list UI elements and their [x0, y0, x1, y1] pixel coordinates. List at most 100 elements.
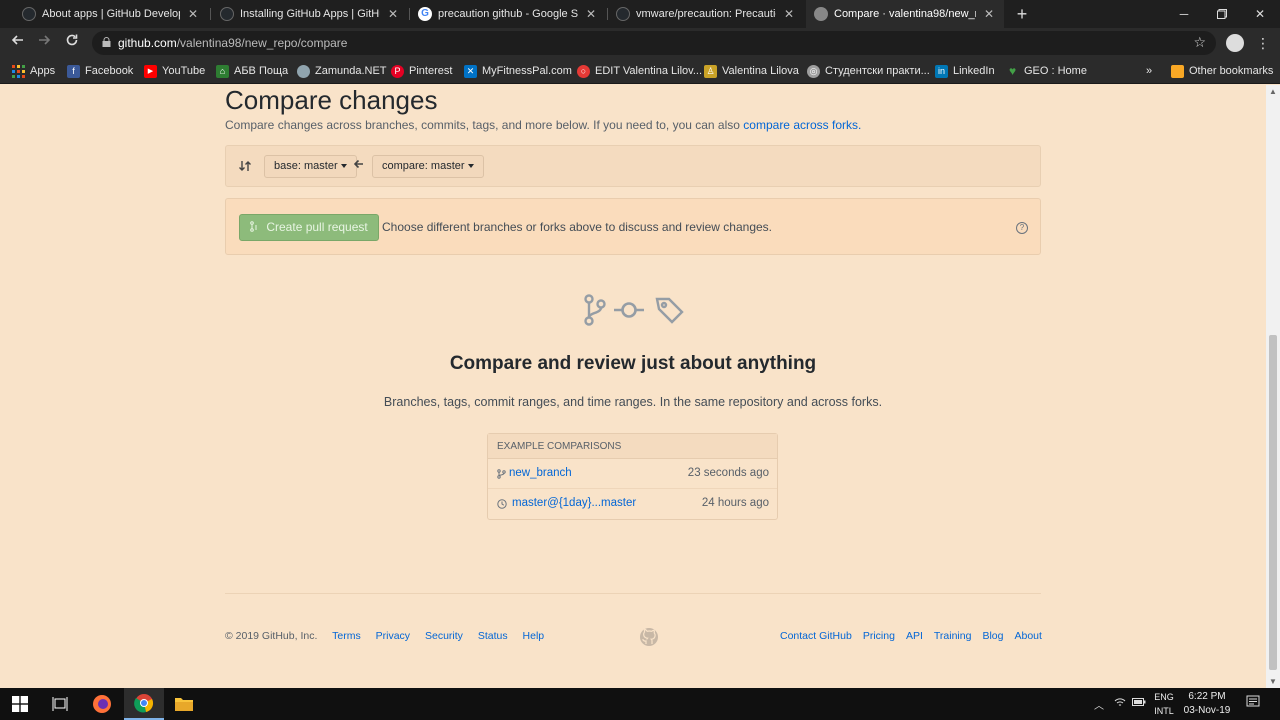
bookmark-zamunda[interactable]: Zamunda.NET: [297, 63, 387, 79]
footer-right: Contact GitHub Pricing API Training Blog…: [780, 630, 1042, 642]
address-bar[interactable]: github.com/valentina98/new_repo/compare …: [92, 31, 1216, 55]
back-button[interactable]: [8, 33, 28, 53]
page-scrollbar[interactable]: ▲ ▼: [1266, 85, 1280, 688]
scroll-down-icon[interactable]: ▼: [1269, 677, 1277, 686]
tab-title: precaution github - Google Searc: [438, 8, 578, 20]
arrow-left-icon: [354, 159, 363, 169]
new-tab-button[interactable]: +: [1013, 4, 1031, 24]
bookmark-pinterest[interactable]: P Pinterest: [391, 63, 452, 79]
tab-strip: About apps | GitHub Developer G ✕ Instal…: [0, 0, 1280, 28]
bookmark-myfitnesspal[interactable]: ✕ MyFitnessPal.com: [464, 63, 572, 79]
base-branch-select[interactable]: base: master: [264, 155, 357, 178]
tab-close-icon[interactable]: ✕: [782, 7, 796, 21]
start-button[interactable]: [0, 688, 40, 720]
close-window-button[interactable]: ✕: [1240, 0, 1280, 28]
file-explorer-taskbar-button[interactable]: [164, 688, 204, 720]
battery-icon[interactable]: [1132, 697, 1146, 710]
footer-link-security[interactable]: Security: [425, 630, 463, 642]
pull-request-message: Choose different branches or forks above…: [382, 220, 772, 234]
bookmark-apps[interactable]: Apps: [12, 63, 55, 79]
network-icon[interactable]: [1114, 697, 1126, 711]
bookmark-abv[interactable]: ⌂ АБВ Поща: [216, 63, 288, 79]
github-mark-icon[interactable]: [639, 627, 659, 647]
task-view-button[interactable]: [40, 688, 80, 720]
lang-layout: INTL: [1154, 706, 1174, 716]
tab-close-icon[interactable]: ✕: [186, 7, 200, 21]
footer-link-contact[interactable]: Contact GitHub: [780, 630, 852, 642]
footer-link-pricing[interactable]: Pricing: [863, 630, 895, 642]
page-title: Compare changes: [225, 85, 438, 115]
bookmark-edit[interactable]: ○ EDIT Valentina Lilov...: [577, 63, 702, 79]
help-icon[interactable]: ?: [1016, 222, 1028, 234]
bookmark-geo[interactable]: ♥ GEO : Home: [1006, 63, 1087, 79]
firefox-taskbar-button[interactable]: [82, 688, 122, 720]
footer-link-terms[interactable]: Terms: [332, 630, 361, 642]
maximize-button[interactable]: [1202, 0, 1242, 28]
compare-branch-select[interactable]: compare: master: [372, 155, 484, 178]
bookmark-label: LinkedIn: [953, 65, 995, 77]
bookmark-student[interactable]: ◎ Студентски практи...: [807, 63, 930, 79]
compare-value: master: [430, 160, 465, 172]
example-row[interactable]: new_branch 23 seconds ago: [488, 459, 777, 489]
bookmark-label: Other bookmarks: [1189, 65, 1274, 77]
bookmark-star-icon[interactable]: ☆: [1193, 34, 1206, 51]
tab-close-icon[interactable]: ✕: [584, 7, 598, 21]
swap-arrows-icon[interactable]: [238, 159, 252, 173]
example-time: 24 hours ago: [701, 497, 769, 509]
example-name-link[interactable]: new_branch: [509, 467, 572, 479]
tab-vmware-precaution[interactable]: vmware/precaution: Precaution p ✕: [608, 0, 804, 28]
forward-button[interactable]: [34, 33, 54, 53]
example-time: 23 seconds ago: [687, 467, 769, 479]
bookmark-label: Apps: [30, 65, 56, 77]
heart-icon: ♥: [1008, 63, 1017, 78]
footer-link-privacy[interactable]: Privacy: [376, 630, 410, 642]
lang-code: ENG: [1154, 692, 1174, 702]
input-language[interactable]: ENG INTL: [1152, 690, 1176, 718]
bookmark-label: EDIT Valentina Lilov...: [595, 65, 702, 77]
base-value: master: [303, 160, 338, 172]
chrome-taskbar-button[interactable]: [124, 688, 164, 720]
example-name-link[interactable]: master@{1day}...master: [512, 497, 636, 509]
chrome-icon: [134, 694, 154, 713]
abv-icon: ⌂: [216, 64, 229, 78]
footer-link-blog[interactable]: Blog: [982, 630, 1003, 642]
tab-close-icon[interactable]: ✕: [982, 7, 996, 21]
browser-menu-icon[interactable]: ⋮: [1256, 34, 1270, 52]
arrow-left-icon: [11, 35, 23, 45]
example-row[interactable]: master@{1day}...master 24 hours ago: [488, 489, 777, 519]
tab-close-icon[interactable]: ✕: [386, 7, 400, 21]
notifications-icon[interactable]: [1246, 695, 1260, 712]
example-comparisons-header: EXAMPLE COMPARISONS: [488, 434, 777, 459]
base-label: base:: [274, 160, 301, 172]
tab-installing-apps[interactable]: Installing GitHub Apps | GitHub D ✕: [212, 0, 408, 28]
reload-button[interactable]: [62, 33, 82, 53]
compare-across-forks-link[interactable]: compare across forks.: [743, 118, 861, 132]
compare-label: compare:: [382, 160, 428, 172]
create-pull-request-button[interactable]: Create pull request: [239, 214, 379, 241]
myfitnesspal-icon: ✕: [464, 64, 477, 78]
tab-google-search[interactable]: G precaution github - Google Searc ✕: [410, 0, 606, 28]
scrollbar-thumb[interactable]: [1269, 335, 1277, 670]
footer-link-training[interactable]: Training: [934, 630, 972, 642]
bookmark-linkedin[interactable]: in LinkedIn: [935, 63, 995, 79]
bookmark-label: Студентски практи...: [825, 65, 930, 77]
bookmarks-overflow[interactable]: »: [1146, 63, 1152, 79]
bookmark-valentina[interactable]: ♙ Valentina Lilova: [704, 63, 799, 79]
clock-icon: [497, 499, 507, 509]
tab-about-apps[interactable]: About apps | GitHub Developer G ✕: [14, 0, 208, 28]
footer-link-status[interactable]: Status: [478, 630, 508, 642]
browser-toolbar: github.com/valentina98/new_repo/compare …: [0, 28, 1280, 58]
other-bookmarks[interactable]: Other bookmarks: [1171, 63, 1273, 79]
footer-link-about[interactable]: About: [1014, 630, 1041, 642]
bookmark-youtube[interactable]: ▶ YouTube: [144, 63, 205, 79]
tray-chevron-icon[interactable]: ︿: [1094, 697, 1104, 712]
taskbar-clock[interactable]: 6:22 PM 03-Nov-19: [1176, 690, 1238, 718]
bookmark-facebook[interactable]: f Facebook: [67, 63, 133, 79]
scroll-up-icon[interactable]: ▲: [1269, 87, 1277, 96]
profile-avatar-icon[interactable]: [1226, 34, 1244, 52]
clock-date: 03-Nov-19: [1183, 705, 1231, 716]
footer-link-api[interactable]: API: [906, 630, 923, 642]
minimize-button[interactable]: ─: [1164, 0, 1204, 28]
footer-link-help[interactable]: Help: [523, 630, 545, 642]
tab-compare[interactable]: Compare · valentina98/new_repo ✕: [806, 0, 1004, 28]
